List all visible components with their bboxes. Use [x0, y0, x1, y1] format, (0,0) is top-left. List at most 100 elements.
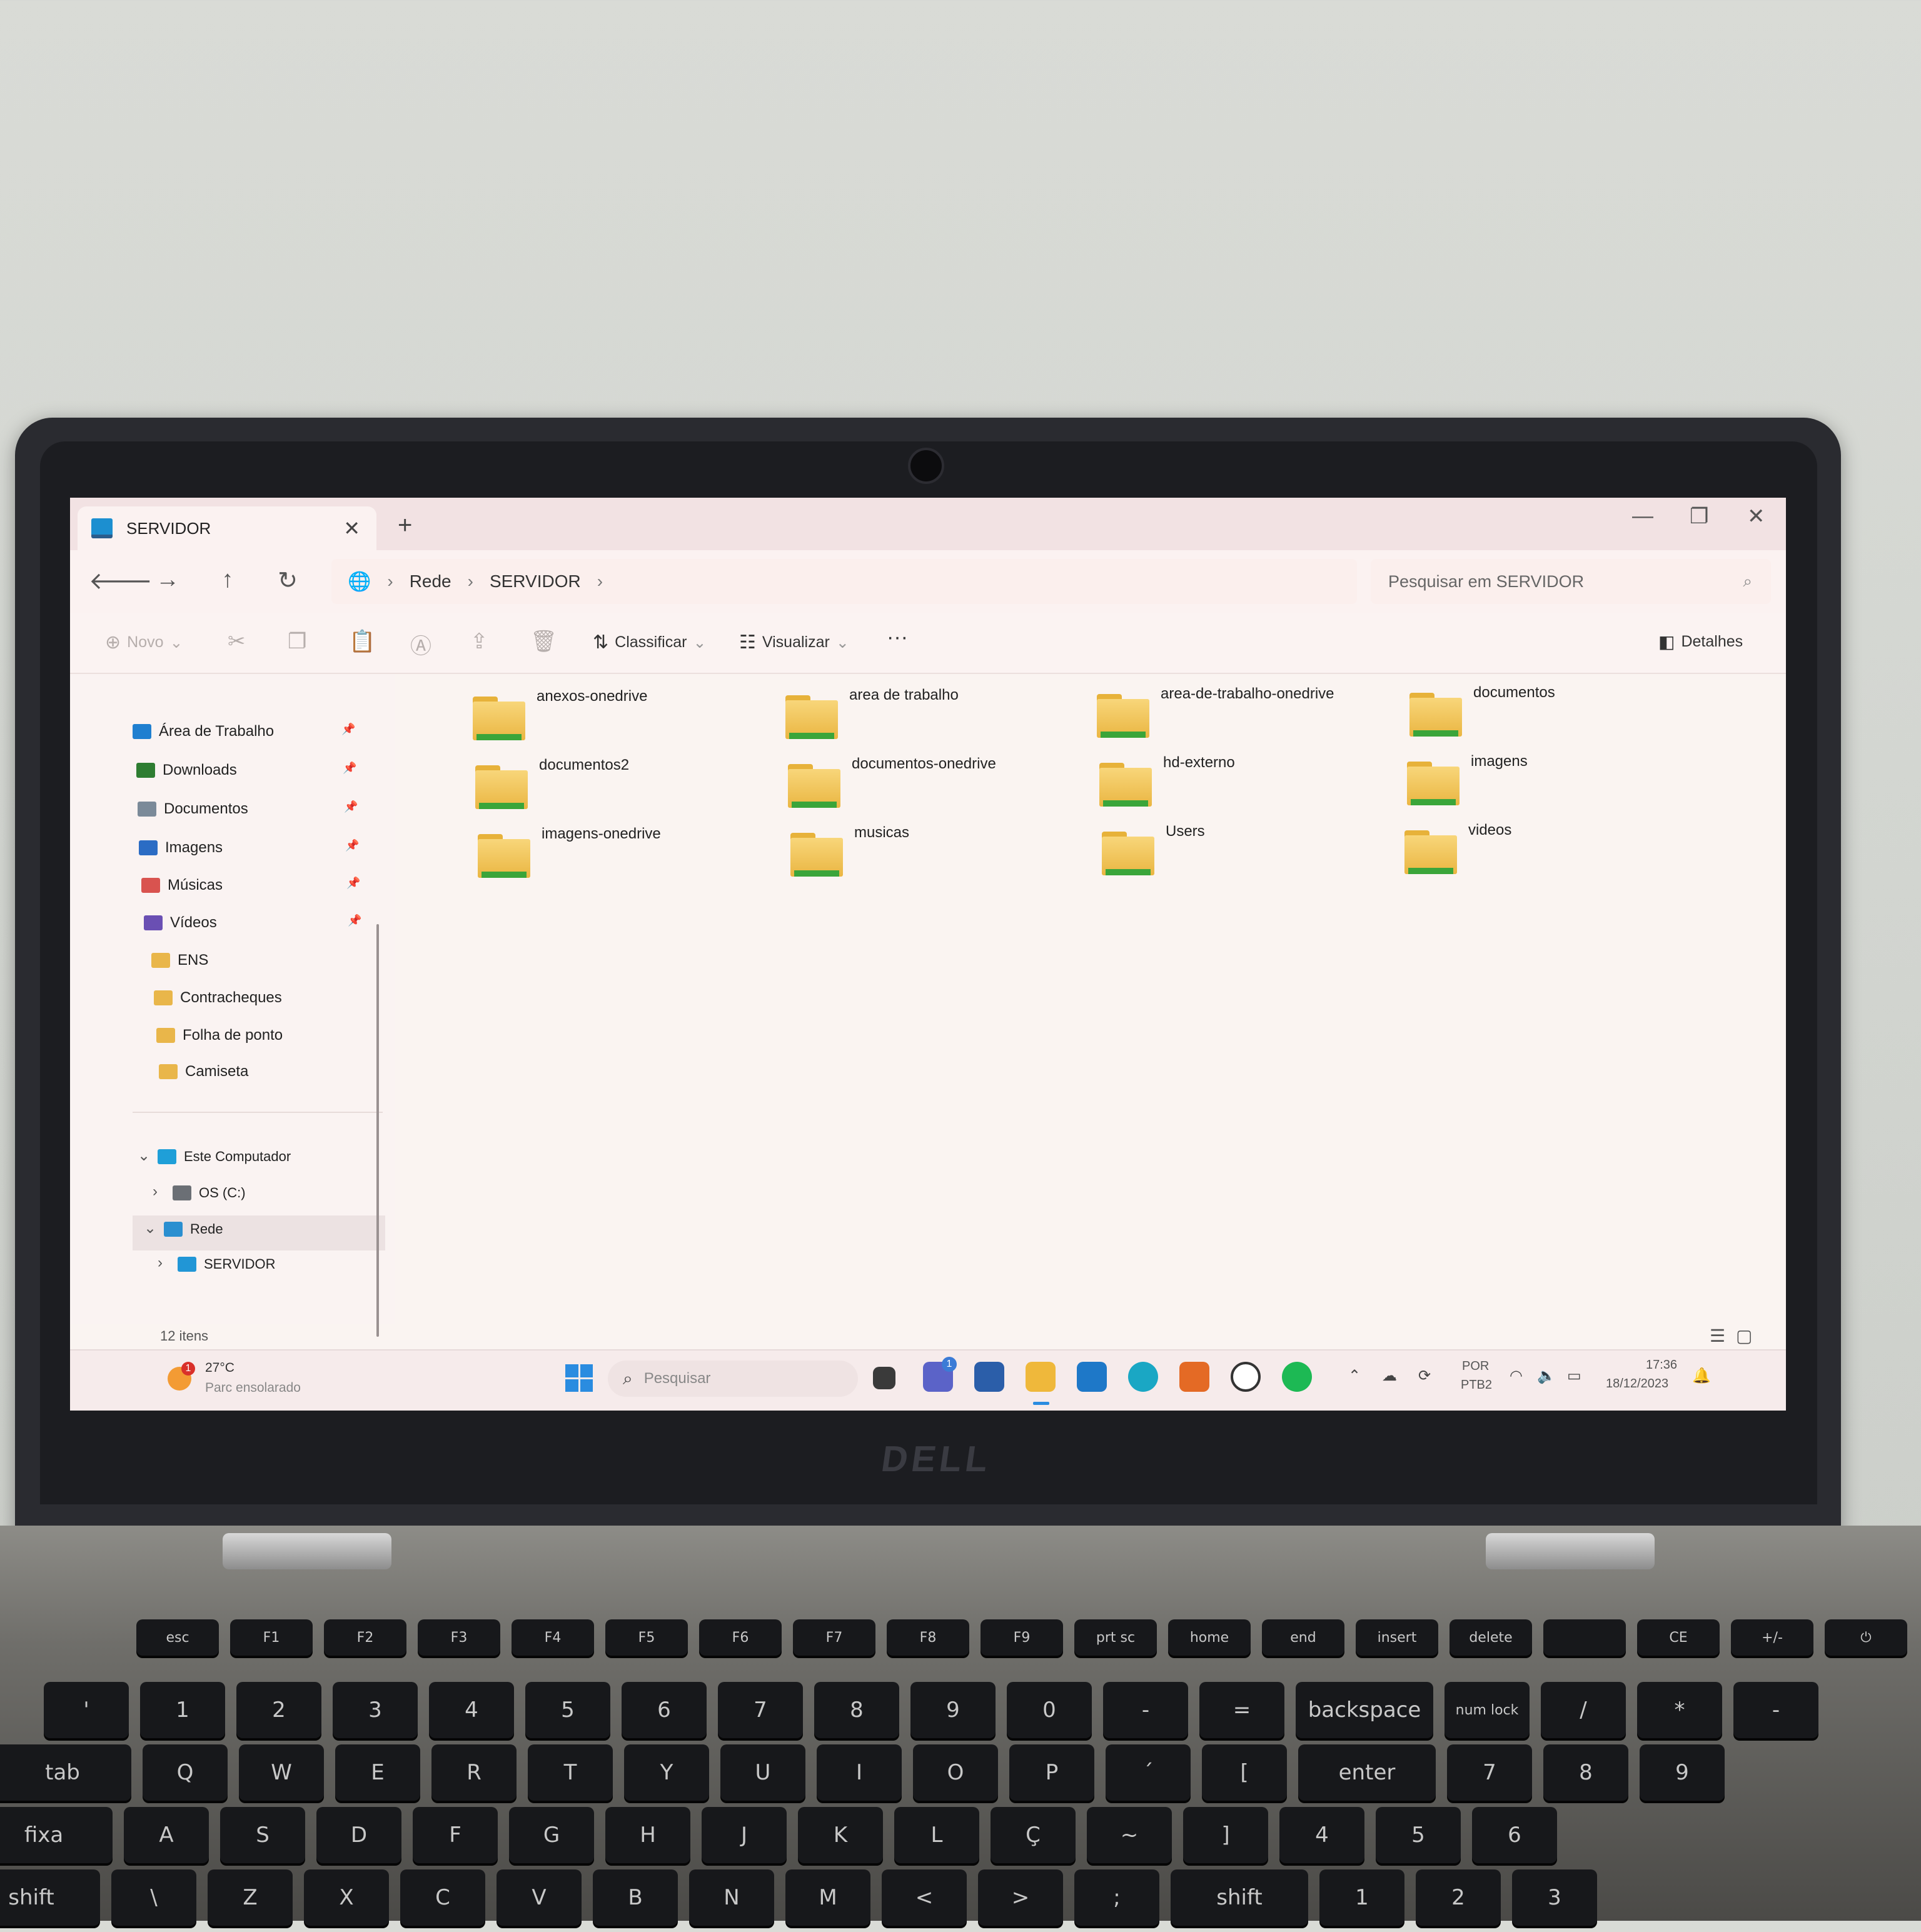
key[interactable]: F5	[605, 1619, 688, 1656]
key[interactable]: L	[894, 1807, 979, 1863]
key[interactable]: end	[1262, 1619, 1344, 1656]
key[interactable]: D	[316, 1807, 401, 1863]
rename-icon[interactable]: Ⓐ	[410, 629, 431, 660]
key[interactable]: 6	[1472, 1807, 1557, 1863]
key[interactable]: U	[720, 1744, 805, 1801]
folder-item[interactable]: area de trabalho	[785, 687, 959, 739]
word-icon[interactable]	[974, 1362, 1004, 1392]
key[interactable]: -	[1733, 1682, 1818, 1738]
sidebar-item-downloads[interactable]: Downloads	[136, 758, 237, 783]
up-button[interactable]: ↑	[209, 566, 246, 593]
close-window-button[interactable]: ✕	[1747, 504, 1765, 529]
folder-item[interactable]: musicas	[790, 824, 909, 877]
forward-button[interactable]: →	[149, 566, 186, 593]
search-box[interactable]: Pesquisar em SERVIDOR ⌕	[1371, 559, 1771, 604]
details-button[interactable]: ◧ Detalhes	[1658, 631, 1743, 652]
folder-item[interactable]: imagens	[1407, 753, 1528, 805]
refresh-button[interactable]: ↻	[269, 566, 306, 595]
key[interactable]: =	[1199, 1682, 1284, 1738]
taskbar-search-input[interactable]: Pesquisar	[644, 1370, 711, 1387]
tree-item-rede[interactable]: Rede	[164, 1217, 223, 1242]
key[interactable]: A	[124, 1807, 209, 1863]
breadcrumb-expand-icon[interactable]: ›	[597, 571, 603, 591]
key[interactable]: shift	[1171, 1869, 1308, 1926]
tree-item-servidor[interactable]: SERVIDOR	[178, 1252, 276, 1277]
language-code[interactable]: POR	[1462, 1359, 1489, 1374]
new-tab-button[interactable]: +	[398, 511, 412, 540]
sort-button[interactable]: ⇅ Classificar ⌄	[593, 631, 706, 653]
sidebar-item-folha-de-ponto[interactable]: Folha de ponto	[156, 1023, 283, 1048]
key[interactable]: 8	[814, 1682, 899, 1738]
key[interactable]: >	[978, 1869, 1063, 1926]
key[interactable]: insert	[1356, 1619, 1438, 1656]
key[interactable]: G	[509, 1807, 594, 1863]
key[interactable]: P	[1009, 1744, 1094, 1801]
key[interactable]: home	[1168, 1619, 1251, 1656]
key[interactable]: Y	[624, 1744, 709, 1801]
keyboard-layout[interactable]: PTB2	[1461, 1378, 1492, 1392]
sidebar-item-imagens[interactable]: Imagens	[139, 835, 223, 860]
key[interactable]: F3	[418, 1619, 500, 1656]
file-explorer-icon[interactable]	[1026, 1362, 1056, 1392]
key[interactable]: +/-	[1731, 1619, 1813, 1656]
key[interactable]: ⏻	[1825, 1619, 1907, 1656]
details-view-icon[interactable]: ☰	[1710, 1326, 1725, 1346]
key[interactable]: 7	[718, 1682, 803, 1738]
key[interactable]: X	[304, 1869, 389, 1926]
share-icon[interactable]: ⇪	[470, 629, 488, 654]
key[interactable]: 1	[1319, 1869, 1404, 1926]
key[interactable]: W	[239, 1744, 324, 1801]
key[interactable]: 2	[236, 1682, 321, 1738]
clock-time[interactable]: 17:36	[1646, 1358, 1677, 1372]
key[interactable]: prt sc	[1074, 1619, 1157, 1656]
key[interactable]: K	[798, 1807, 883, 1863]
key[interactable]: I	[817, 1744, 902, 1801]
key[interactable]: <	[882, 1869, 967, 1926]
key[interactable]: delete	[1450, 1619, 1532, 1656]
whatsapp-icon[interactable]	[1231, 1362, 1261, 1392]
new-button[interactable]: ⊕ Novo ⌄	[105, 631, 183, 653]
key[interactable]: N	[689, 1869, 774, 1926]
folder-item[interactable]: Users	[1102, 823, 1205, 875]
key[interactable]: R	[431, 1744, 517, 1801]
cut-icon[interactable]: ✂	[228, 629, 246, 654]
folder-item[interactable]: hd-externo	[1099, 754, 1235, 807]
spotify-icon[interactable]	[1282, 1362, 1312, 1392]
chevron-down-icon[interactable]: ⌄	[138, 1147, 150, 1165]
key[interactable]: F7	[793, 1619, 875, 1656]
tree-item-este-computador[interactable]: Este Computador	[158, 1144, 291, 1169]
key[interactable]: F1	[230, 1619, 313, 1656]
chevron-right-icon[interactable]: ›	[153, 1183, 158, 1200]
key[interactable]: ~	[1087, 1807, 1172, 1863]
key[interactable]: F	[413, 1807, 498, 1863]
edge-icon[interactable]	[1128, 1362, 1158, 1392]
key[interactable]: F9	[981, 1619, 1063, 1656]
key[interactable]: J	[702, 1807, 787, 1863]
folder-item[interactable]: videos	[1404, 822, 1511, 874]
key[interactable]: V	[497, 1869, 582, 1926]
tiles-view-icon[interactable]: ▢	[1736, 1326, 1752, 1346]
key[interactable]: fixa	[0, 1807, 113, 1863]
key[interactable]: F8	[887, 1619, 969, 1656]
folder-item[interactable]: area-de-trabalho-onedrive	[1097, 685, 1334, 738]
key[interactable]: shift	[0, 1869, 100, 1926]
key[interactable]: E	[335, 1744, 420, 1801]
key[interactable]: Q	[143, 1744, 228, 1801]
key[interactable]: 9	[1640, 1744, 1725, 1801]
key[interactable]: S	[220, 1807, 305, 1863]
key[interactable]: ´	[1106, 1744, 1191, 1801]
chevron-up-icon[interactable]: ⌃	[1348, 1367, 1361, 1385]
sidebar-item-documentos[interactable]: Documentos	[138, 797, 248, 822]
key[interactable]: backspace	[1296, 1682, 1433, 1738]
key[interactable]: num lock	[1445, 1682, 1530, 1738]
minimize-button[interactable]: —	[1632, 504, 1653, 528]
key[interactable]: esc	[136, 1619, 219, 1656]
delete-icon[interactable]: 🗑	[530, 629, 557, 654]
breadcrumb-rede[interactable]: Rede	[410, 571, 451, 591]
key[interactable]: 4	[429, 1682, 514, 1738]
key[interactable]: tab	[0, 1744, 131, 1801]
key[interactable]: '	[44, 1682, 129, 1738]
copy-icon[interactable]: ❐	[288, 629, 306, 654]
key[interactable]: H	[605, 1807, 690, 1863]
key[interactable]: 6	[622, 1682, 707, 1738]
